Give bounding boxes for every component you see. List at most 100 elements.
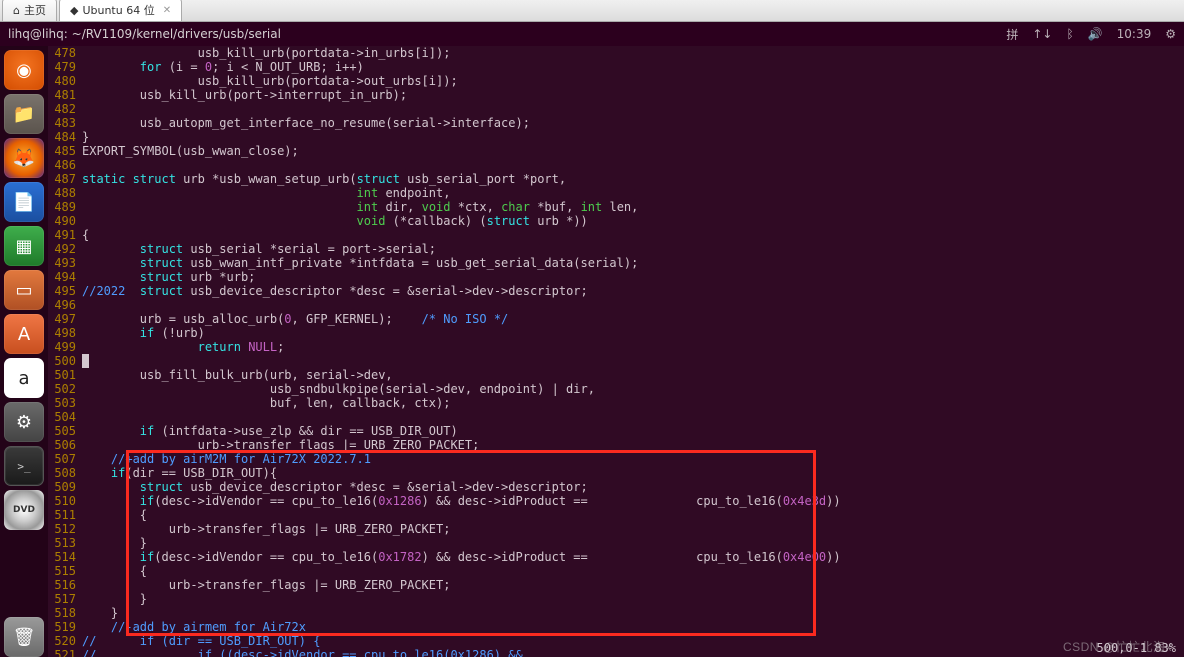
code-line[interactable]: 512 urb->transfer_flags |= URB_ZERO_PACK…	[48, 522, 1184, 536]
code-line[interactable]: 490 void (*callback) (struct urb *))	[48, 214, 1184, 228]
code-line[interactable]: 503 buf, len, callback, ctx);	[48, 396, 1184, 410]
close-icon[interactable]: ✕	[163, 5, 171, 16]
code-line[interactable]: 482	[48, 102, 1184, 116]
terminal-editor[interactable]: 478 usb_kill_urb(portdata->in_urbs[i]);4…	[48, 46, 1184, 657]
code-line[interactable]: 494 struct urb *urb;	[48, 270, 1184, 284]
code-line[interactable]: 501 usb_fill_bulk_urb(urb, serial->dev,	[48, 368, 1184, 382]
code-text: struct urb *urb;	[82, 270, 1184, 284]
line-number: 511	[48, 508, 82, 522]
line-number: 514	[48, 550, 82, 564]
code-line[interactable]: 498 if (!urb)	[48, 326, 1184, 340]
software-center-icon[interactable]: A	[4, 314, 44, 354]
code-text: if (!urb)	[82, 326, 1184, 340]
code-line[interactable]: 514 if(desc->idVendor == cpu_to_le16(0x1…	[48, 550, 1184, 564]
code-line[interactable]: 487static struct urb *usb_wwan_setup_urb…	[48, 172, 1184, 186]
files-icon[interactable]: 📁	[4, 94, 44, 134]
code-line[interactable]: 481 usb_kill_urb(port->interrupt_in_urb)…	[48, 88, 1184, 102]
line-number: 518	[48, 606, 82, 620]
line-number: 504	[48, 410, 82, 424]
code-line[interactable]: 491{	[48, 228, 1184, 242]
code-line[interactable]: 506 urb->transfer_flags |= URB_ZERO_PACK…	[48, 438, 1184, 452]
line-number: 515	[48, 564, 82, 578]
code-line[interactable]: 485EXPORT_SYMBOL(usb_wwan_close);	[48, 144, 1184, 158]
code-line[interactable]: 488 int endpoint,	[48, 186, 1184, 200]
line-number: 521	[48, 648, 82, 657]
line-number: 497	[48, 312, 82, 326]
code-line[interactable]: 520// if (dir == USB_DIR_OUT) {	[48, 634, 1184, 648]
code-line[interactable]: 500	[48, 354, 1184, 368]
impress-icon[interactable]: ▭	[4, 270, 44, 310]
code-line[interactable]: 489 int dir, void *ctx, char *buf, int l…	[48, 200, 1184, 214]
line-number: 509	[48, 480, 82, 494]
code-text: usb_kill_urb(portdata->in_urbs[i]);	[82, 46, 1184, 60]
code-line[interactable]: 497 urb = usb_alloc_urb(0, GFP_KERNEL); …	[48, 312, 1184, 326]
code-line[interactable]: 493 struct usb_wwan_intf_private *intfda…	[48, 256, 1184, 270]
code-line[interactable]: 521// if ((desc->idVendor == cpu_to_le16…	[48, 648, 1184, 657]
code-line[interactable]: 480 usb_kill_urb(portdata->out_urbs[i]);	[48, 74, 1184, 88]
code-line[interactable]: 508 if(dir == USB_DIR_OUT){	[48, 466, 1184, 480]
input-method-icon[interactable]: 拼	[1006, 26, 1018, 43]
calc-icon[interactable]: ▦	[4, 226, 44, 266]
code-text: // if ((desc->idVendor == cpu_to_le16(0x…	[82, 648, 1184, 657]
host-tab-vm[interactable]: ◆ Ubuntu 64 位 ✕	[59, 0, 182, 21]
host-tab-home[interactable]: ⌂ 主页	[2, 0, 57, 21]
line-number: 506	[48, 438, 82, 452]
code-line[interactable]: 496	[48, 298, 1184, 312]
line-number: 481	[48, 88, 82, 102]
code-line[interactable]: 515 {	[48, 564, 1184, 578]
code-line[interactable]: 478 usb_kill_urb(portdata->in_urbs[i]);	[48, 46, 1184, 60]
code-text: {	[82, 508, 1184, 522]
line-number: 507	[48, 452, 82, 466]
code-line[interactable]: 505 if (intfdata->use_zlp && dir == USB_…	[48, 424, 1184, 438]
firefox-icon[interactable]: 🦊	[4, 138, 44, 178]
writer-icon[interactable]: 📄	[4, 182, 44, 222]
network-icon[interactable]: ↑↓	[1032, 27, 1052, 41]
code-text: struct usb_serial *serial = port->serial…	[82, 242, 1184, 256]
code-line[interactable]: 510 if(desc->idVendor == cpu_to_le16(0x1…	[48, 494, 1184, 508]
code-text: if(desc->idVendor == cpu_to_le16(0x1782)…	[82, 550, 1184, 564]
code-line[interactable]: 504	[48, 410, 1184, 424]
code-text: return NULL;	[82, 340, 1184, 354]
dvd-icon[interactable]: DVD	[4, 490, 44, 530]
code-line[interactable]: 517 }	[48, 592, 1184, 606]
code-text: void (*callback) (struct urb *))	[82, 214, 1184, 228]
code-line[interactable]: 507 //+add by airM2M for Air72X 2022.7.1	[48, 452, 1184, 466]
code-line[interactable]: 492 struct usb_serial *serial = port->se…	[48, 242, 1184, 256]
terminal-icon[interactable]: >_	[4, 446, 44, 486]
code-text: usb_kill_urb(port->interrupt_in_urb);	[82, 88, 1184, 102]
line-number: 500	[48, 354, 82, 368]
code-line[interactable]: 486	[48, 158, 1184, 172]
code-line[interactable]: 513 }	[48, 536, 1184, 550]
code-text: struct usb_wwan_intf_private *intfdata =…	[82, 256, 1184, 270]
terminal-prompt-icon: >_	[17, 460, 30, 473]
code-text: usb_fill_bulk_urb(urb, serial->dev,	[82, 368, 1184, 382]
code-line[interactable]: 495//2022 struct usb_device_descriptor *…	[48, 284, 1184, 298]
line-number: 501	[48, 368, 82, 382]
volume-icon[interactable]: 🔊	[1088, 27, 1103, 41]
code-line[interactable]: 518 }	[48, 606, 1184, 620]
code-line[interactable]: 502 usb_sndbulkpipe(serial->dev, endpoin…	[48, 382, 1184, 396]
system-menu-icon[interactable]: ⚙	[1165, 27, 1176, 41]
code-line[interactable]: 519 //-add by airmem for Air72x	[48, 620, 1184, 634]
settings-icon[interactable]: ⚙	[4, 402, 44, 442]
code-line[interactable]: 484}	[48, 130, 1184, 144]
dash-icon[interactable]: ◉	[4, 50, 44, 90]
code-line[interactable]: 499 return NULL;	[48, 340, 1184, 354]
code-text: urb->transfer_flags |= URB_ZERO_PACKET;	[82, 522, 1184, 536]
line-number: 508	[48, 466, 82, 480]
bluetooth-icon[interactable]: ᛒ	[1066, 27, 1073, 41]
editor-content[interactable]: 478 usb_kill_urb(portdata->in_urbs[i]);4…	[48, 46, 1184, 657]
trash-icon[interactable]: 🗑	[4, 617, 44, 657]
clock[interactable]: 10:39	[1117, 27, 1152, 41]
code-line[interactable]: 483 usb_autopm_get_interface_no_resume(s…	[48, 116, 1184, 130]
launcher-dock: ◉ 📁 🦊 📄 ▦ ▭ A a ⚙ >_ DVD 🗑	[0, 46, 48, 657]
vim-status: 500,0-1 83%	[1097, 641, 1176, 655]
code-line[interactable]: 516 urb->transfer_flags |= URB_ZERO_PACK…	[48, 578, 1184, 592]
amazon-icon[interactable]: a	[4, 358, 44, 398]
code-line[interactable]: 509 struct usb_device_descriptor *desc =…	[48, 480, 1184, 494]
line-number: 479	[48, 60, 82, 74]
line-number: 494	[48, 270, 82, 284]
line-number: 478	[48, 46, 82, 60]
code-line[interactable]: 479 for (i = 0; i < N_OUT_URB; i++)	[48, 60, 1184, 74]
code-line[interactable]: 511 {	[48, 508, 1184, 522]
